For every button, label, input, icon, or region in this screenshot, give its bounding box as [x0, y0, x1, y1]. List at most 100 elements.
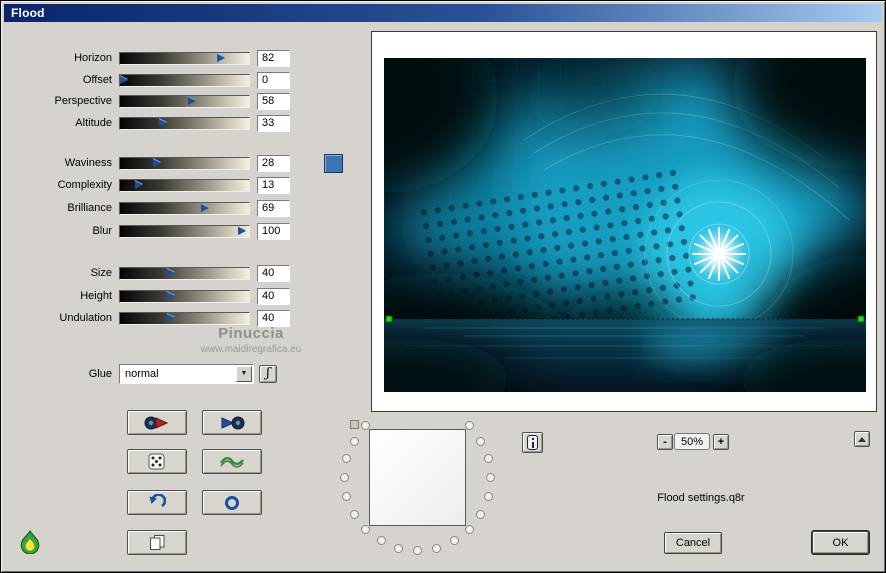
minus-icon: -: [663, 435, 667, 448]
randomize-dice-icon: [148, 453, 165, 469]
brilliance-slider[interactable]: [119, 201, 250, 215]
perspective-value-input[interactable]: [257, 92, 290, 110]
size-label: Size: [90, 267, 112, 279]
complexity-slider-thumb[interactable]: [135, 180, 143, 189]
waviness-slider[interactable]: [119, 156, 250, 170]
cancel-button[interactable]: Cancel: [664, 532, 722, 554]
ok-button-label: OK: [832, 536, 849, 549]
horizon-value-input[interactable]: [257, 49, 290, 67]
scroll-up-button[interactable]: [854, 431, 870, 447]
slider-row-size: Size: [1, 262, 290, 284]
offset-label: Offset: [82, 74, 112, 86]
glue-selected-value: normal: [125, 367, 159, 380]
memory-dot[interactable]: [483, 454, 493, 464]
flame-logo-icon[interactable]: [18, 530, 42, 554]
title-bar[interactable]: Flood: [4, 4, 882, 22]
complexity-value-input[interactable]: [257, 176, 290, 194]
zoom-in-button[interactable]: +: [713, 434, 729, 450]
brilliance-value-input[interactable]: [257, 199, 290, 217]
preview-original-icon: [144, 416, 169, 429]
memory-dot[interactable]: [486, 473, 495, 482]
glue-sync-icon: ʃ: [266, 366, 270, 381]
copy-settings-button[interactable]: [127, 530, 187, 555]
randomize-button[interactable]: [127, 449, 187, 474]
undulation-value-input[interactable]: [257, 309, 290, 327]
undulation-slider[interactable]: [119, 311, 250, 325]
perspective-slider-thumb[interactable]: [188, 96, 196, 105]
info-button[interactable]: [522, 432, 543, 453]
memory-dot[interactable]: [431, 543, 441, 553]
glue-select[interactable]: normal ▼: [119, 363, 254, 384]
blur-slider-thumb[interactable]: [238, 226, 246, 235]
size-value-input[interactable]: [257, 264, 290, 282]
height-slider[interactable]: [119, 289, 250, 303]
slider-row-perspective: Perspective: [1, 90, 290, 112]
memory-dot[interactable]: [342, 454, 352, 464]
memory-dot[interactable]: [349, 509, 359, 519]
reset-button[interactable]: [202, 490, 262, 515]
altitude-slider[interactable]: [119, 116, 250, 130]
slider-row-horizon: Horizon: [1, 47, 290, 69]
preview-original-button[interactable]: [127, 410, 187, 435]
altitude-slider-thumb[interactable]: [159, 118, 167, 127]
watermark-line2: www.maidiregrafica.eu: [200, 344, 302, 355]
settings-filename: Flood settings.q8r: [657, 492, 745, 504]
horizon-slider-thumb[interactable]: [217, 53, 225, 62]
undulation-slider-thumb[interactable]: [167, 313, 175, 322]
watermark-line1: Pinuccia: [218, 325, 284, 342]
ok-button[interactable]: OK: [812, 531, 869, 554]
horizon-slider[interactable]: [119, 51, 250, 65]
offset-slider-thumb[interactable]: [120, 75, 128, 84]
perspective-slider[interactable]: [119, 94, 250, 108]
zoom-out-button[interactable]: -: [657, 434, 673, 450]
memory-dot[interactable]: [476, 436, 486, 446]
waviness-slider-thumb[interactable]: [153, 158, 161, 167]
reset-circle-icon: [225, 495, 239, 510]
memory-dot[interactable]: [483, 491, 493, 501]
waviness-label: Waviness: [64, 157, 112, 169]
scroll-up-icon: [858, 436, 866, 442]
watermark: Pinuccia www.maidiregrafica.eu: [151, 325, 351, 355]
offset-slider[interactable]: [119, 73, 250, 87]
slider-row-altitude: Altitude: [1, 112, 290, 134]
blur-value-input[interactable]: [257, 222, 290, 240]
zoom-level-value: 50%: [680, 435, 704, 448]
complexity-slider[interactable]: [119, 178, 250, 192]
slider-row-complexity: Complexity: [1, 174, 290, 196]
slider-row-blur: Blur: [1, 220, 290, 242]
slider-row-height: Height: [1, 285, 290, 307]
brilliance-slider-thumb[interactable]: [201, 203, 209, 212]
chevron-down-icon[interactable]: ▼: [236, 365, 252, 382]
preview-filtered-icon: [221, 416, 245, 429]
memory-dot[interactable]: [376, 536, 386, 546]
offset-value-input[interactable]: [257, 71, 290, 89]
blur-slider[interactable]: [119, 224, 250, 238]
blur-label: Blur: [92, 225, 112, 237]
size-slider[interactable]: [119, 266, 250, 280]
undo-button[interactable]: [127, 490, 187, 515]
memory-dot[interactable]: [342, 491, 352, 501]
preview-filtered-button[interactable]: [202, 410, 262, 435]
memory-dot[interactable]: [476, 509, 486, 519]
height-slider-thumb[interactable]: [167, 291, 175, 300]
memory-dot[interactable]: [349, 436, 359, 446]
color-swatch[interactable]: [324, 154, 343, 173]
memory-dot[interactable]: [413, 546, 422, 555]
thumbnail-handle: [350, 420, 359, 429]
auto-wave-icon: [220, 457, 244, 468]
altitude-value-input[interactable]: [257, 114, 290, 132]
memory-dot[interactable]: [394, 543, 404, 553]
memory-dot[interactable]: [340, 473, 349, 482]
glue-sync-button[interactable]: ʃ: [259, 364, 277, 383]
waviness-value-input[interactable]: [257, 154, 290, 172]
horizon-label: Horizon: [74, 52, 112, 64]
settings-thumbnail[interactable]: [369, 429, 466, 526]
preview-image[interactable]: [384, 58, 866, 392]
undulation-label: Undulation: [59, 312, 112, 324]
auto-wave-button[interactable]: [202, 449, 262, 474]
height-value-input[interactable]: [257, 287, 290, 305]
info-icon: [527, 435, 538, 450]
memory-dot[interactable]: [449, 536, 459, 546]
plus-icon: +: [717, 435, 725, 448]
size-slider-thumb[interactable]: [167, 268, 175, 277]
